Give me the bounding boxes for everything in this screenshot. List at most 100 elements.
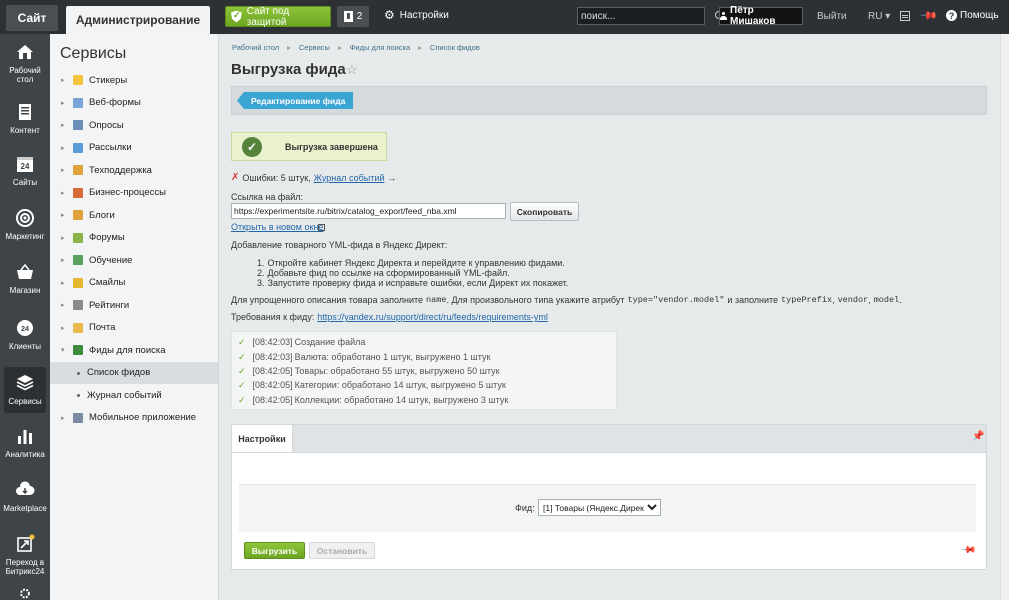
chevron-right-icon[interactable]: ▸ [61, 301, 67, 309]
menu-item-clients[interactable]: 24 Клиенты [0, 318, 50, 351]
sidebar-item[interactable]: Список фидов [50, 361, 218, 384]
pin-icon[interactable]: 📌 [972, 431, 984, 442]
breadcrumb: Рабочий стол ▸ Сервисы ▸ Фиды для поиска ▸ … [232, 43, 480, 52]
sidebar-item[interactable]: ▸ Стикеры [50, 69, 218, 91]
stop-button[interactable]: Остановить [309, 542, 375, 559]
gear-icon[interactable] [15, 587, 35, 600]
feed-select[interactable]: [1] Товары (Яндекс.Директ) [538, 499, 661, 516]
sidebar-item[interactable]: Журнал событий [50, 384, 218, 406]
chevron-right-icon[interactable]: ▸ [61, 189, 67, 197]
log-entry: ✓ [08:42:03] Создание файла [238, 337, 365, 348]
chevron-right-icon[interactable]: ▸ [61, 76, 67, 84]
top-bar: Сайт Администрирование Сайт под защитой … [0, 0, 1009, 34]
sidebar-item[interactable]: ▸ Бизнес-процессы [50, 182, 218, 204]
help-link[interactable]: ? Помощь [946, 10, 999, 21]
sidebar-item[interactable]: ▸ Почта [50, 317, 218, 339]
check-icon: ✓ [238, 395, 246, 405]
edit-feed-tag[interactable]: Редактирование фида [237, 92, 353, 109]
menu-item-bitrix24[interactable]: Переход в Битрикс24 [0, 534, 50, 576]
star-icon[interactable]: ☆ [346, 62, 358, 78]
success-text: Выгрузка завершена [285, 141, 378, 152]
chevron-right-icon[interactable]: ▸ [61, 414, 67, 422]
target-icon [16, 209, 34, 227]
chevron-down-icon[interactable]: ▾ [61, 346, 67, 354]
menu-item-marketing[interactable]: Маркетинг [0, 208, 50, 241]
search-input[interactable] [578, 8, 713, 24]
menu-item-shop[interactable]: Магазин [0, 262, 50, 295]
pin-icon[interactable]: 📌 [919, 6, 938, 25]
tab-settings[interactable]: Настройки [231, 424, 293, 452]
sidebar-item-icon [73, 322, 83, 333]
breadcrumb-item[interactable]: Фиды для поиска [350, 43, 410, 52]
sidebar-item[interactable]: ▸ Блоги [50, 204, 218, 226]
errors-text: Ошибки: 5 штук, [242, 172, 311, 183]
breadcrumb-item[interactable]: Рабочий стол [232, 43, 279, 52]
chevron-right-icon[interactable]: ▸ [61, 144, 67, 152]
menu-item-sites[interactable]: 24 Сайты [0, 154, 50, 187]
menu-label: Сервисы [8, 397, 42, 406]
notifications-button[interactable]: 2 [337, 6, 369, 27]
language-selector[interactable]: RU ▾ [868, 11, 890, 22]
sidebar-item[interactable]: ▾ Фиды для поиска [50, 339, 218, 361]
hint-text: , [832, 295, 835, 305]
chevron-right-icon[interactable]: ▸ [61, 121, 67, 129]
sidebar-item[interactable]: ▸ Опросы [50, 114, 218, 136]
sidebar-item[interactable]: ▸ Обучение [50, 249, 218, 271]
sidebar-item[interactable]: ▸ Веб-формы [50, 92, 218, 114]
log-text: Коллекции: обработано 14 штук, выгружено… [294, 395, 509, 405]
requirements-link[interactable]: https://yandex.ru/support/direct/ru/feed… [317, 312, 548, 322]
menu-label: Marketplace [3, 504, 47, 513]
export-button[interactable]: Выгрузить [244, 542, 305, 559]
sidebar-item[interactable]: ▸ Рассылки [50, 137, 218, 159]
hint-code: model [873, 295, 900, 305]
settings-link[interactable]: ⚙ Настройки [384, 9, 449, 21]
menu-label: Переход в Битрикс24 [5, 558, 45, 576]
file-url-field[interactable] [231, 203, 506, 219]
open-new-window-link[interactable]: Открыть в новом окне [231, 222, 323, 232]
arrow-icon: → [387, 172, 397, 183]
menu-item-services[interactable]: Сервисы [4, 367, 46, 413]
chevron-right-icon[interactable]: ▸ [61, 279, 67, 287]
log-time: [08:42:05] [252, 395, 293, 405]
logout-link[interactable]: Выйти [817, 11, 847, 22]
chevron-right-icon[interactable]: ▸ [61, 211, 67, 219]
sidebar-item[interactable]: ▸ Техподдержка [50, 159, 218, 181]
admin-tab[interactable]: Администрирование [66, 6, 210, 34]
breadcrumb-item[interactable]: Список фидов [430, 43, 480, 52]
breadcrumb-item[interactable]: Сервисы [299, 43, 330, 52]
chevron-right-icon[interactable]: ▸ [61, 256, 67, 264]
panel-toggle-icon[interactable] [900, 11, 910, 21]
requirements-line: Требования к фиду: https://yandex.ru/sup… [231, 312, 548, 322]
sidebar-item[interactable]: ▸ Смайлы [50, 272, 218, 294]
sidebar-item[interactable]: ▸ Рейтинги [50, 294, 218, 316]
menu-label: Рабочий стол [9, 66, 41, 84]
export-log: ✓ [08:42:03] Создание файла ✓ [08:42:03] Вал… [231, 331, 617, 410]
menu-item-desktop[interactable]: Рабочий стол [0, 42, 50, 84]
user-button[interactable]: Пётр Мишаков [719, 5, 803, 27]
sidebar-item-icon [73, 232, 83, 243]
chevron-right-icon[interactable]: ▸ [61, 324, 67, 332]
menu-item-analytics[interactable]: Аналитика [0, 426, 50, 459]
log-entry: ✓ [08:42:05] Категории: обработано 14 штук… [238, 380, 506, 391]
sidebar-item-label: Почта [89, 322, 116, 333]
chevron-right-icon[interactable]: ▸ [61, 99, 67, 107]
log-text: Товары: обработано 55 штук, выгружено 50… [294, 366, 500, 376]
copy-button[interactable]: Скопировать [510, 202, 579, 221]
sidebar-item-icon [73, 75, 83, 85]
event-log-link[interactable]: Журнал событий [314, 173, 385, 183]
instruction-step: 3. Запустите проверку фида и исправьте ош… [257, 278, 568, 288]
sidebar-item[interactable]: ▸ Форумы [50, 227, 218, 249]
check-icon: ✓ [238, 352, 246, 362]
sidebar-item[interactable]: ▸ Мобильное приложение [50, 407, 218, 429]
chevron-right-icon[interactable]: ▸ [61, 234, 67, 242]
hint-text: . [899, 295, 902, 305]
menu-item-content[interactable]: Контент [0, 102, 50, 135]
hint-text: Для упрощенного описания товара заполнит… [231, 295, 424, 305]
chevron-right-icon[interactable]: ▸ [61, 166, 67, 174]
sidebar-item-icon [73, 277, 83, 288]
site-protected-button[interactable]: Сайт под защитой [225, 6, 331, 28]
site-tab[interactable]: Сайт [6, 5, 58, 31]
instructions-heading: Добавление товарного YML-фида в Яндекс Д… [231, 240, 448, 250]
menu-item-marketplace[interactable]: Marketplace [0, 480, 50, 513]
scrollbar[interactable] [1000, 34, 1009, 600]
